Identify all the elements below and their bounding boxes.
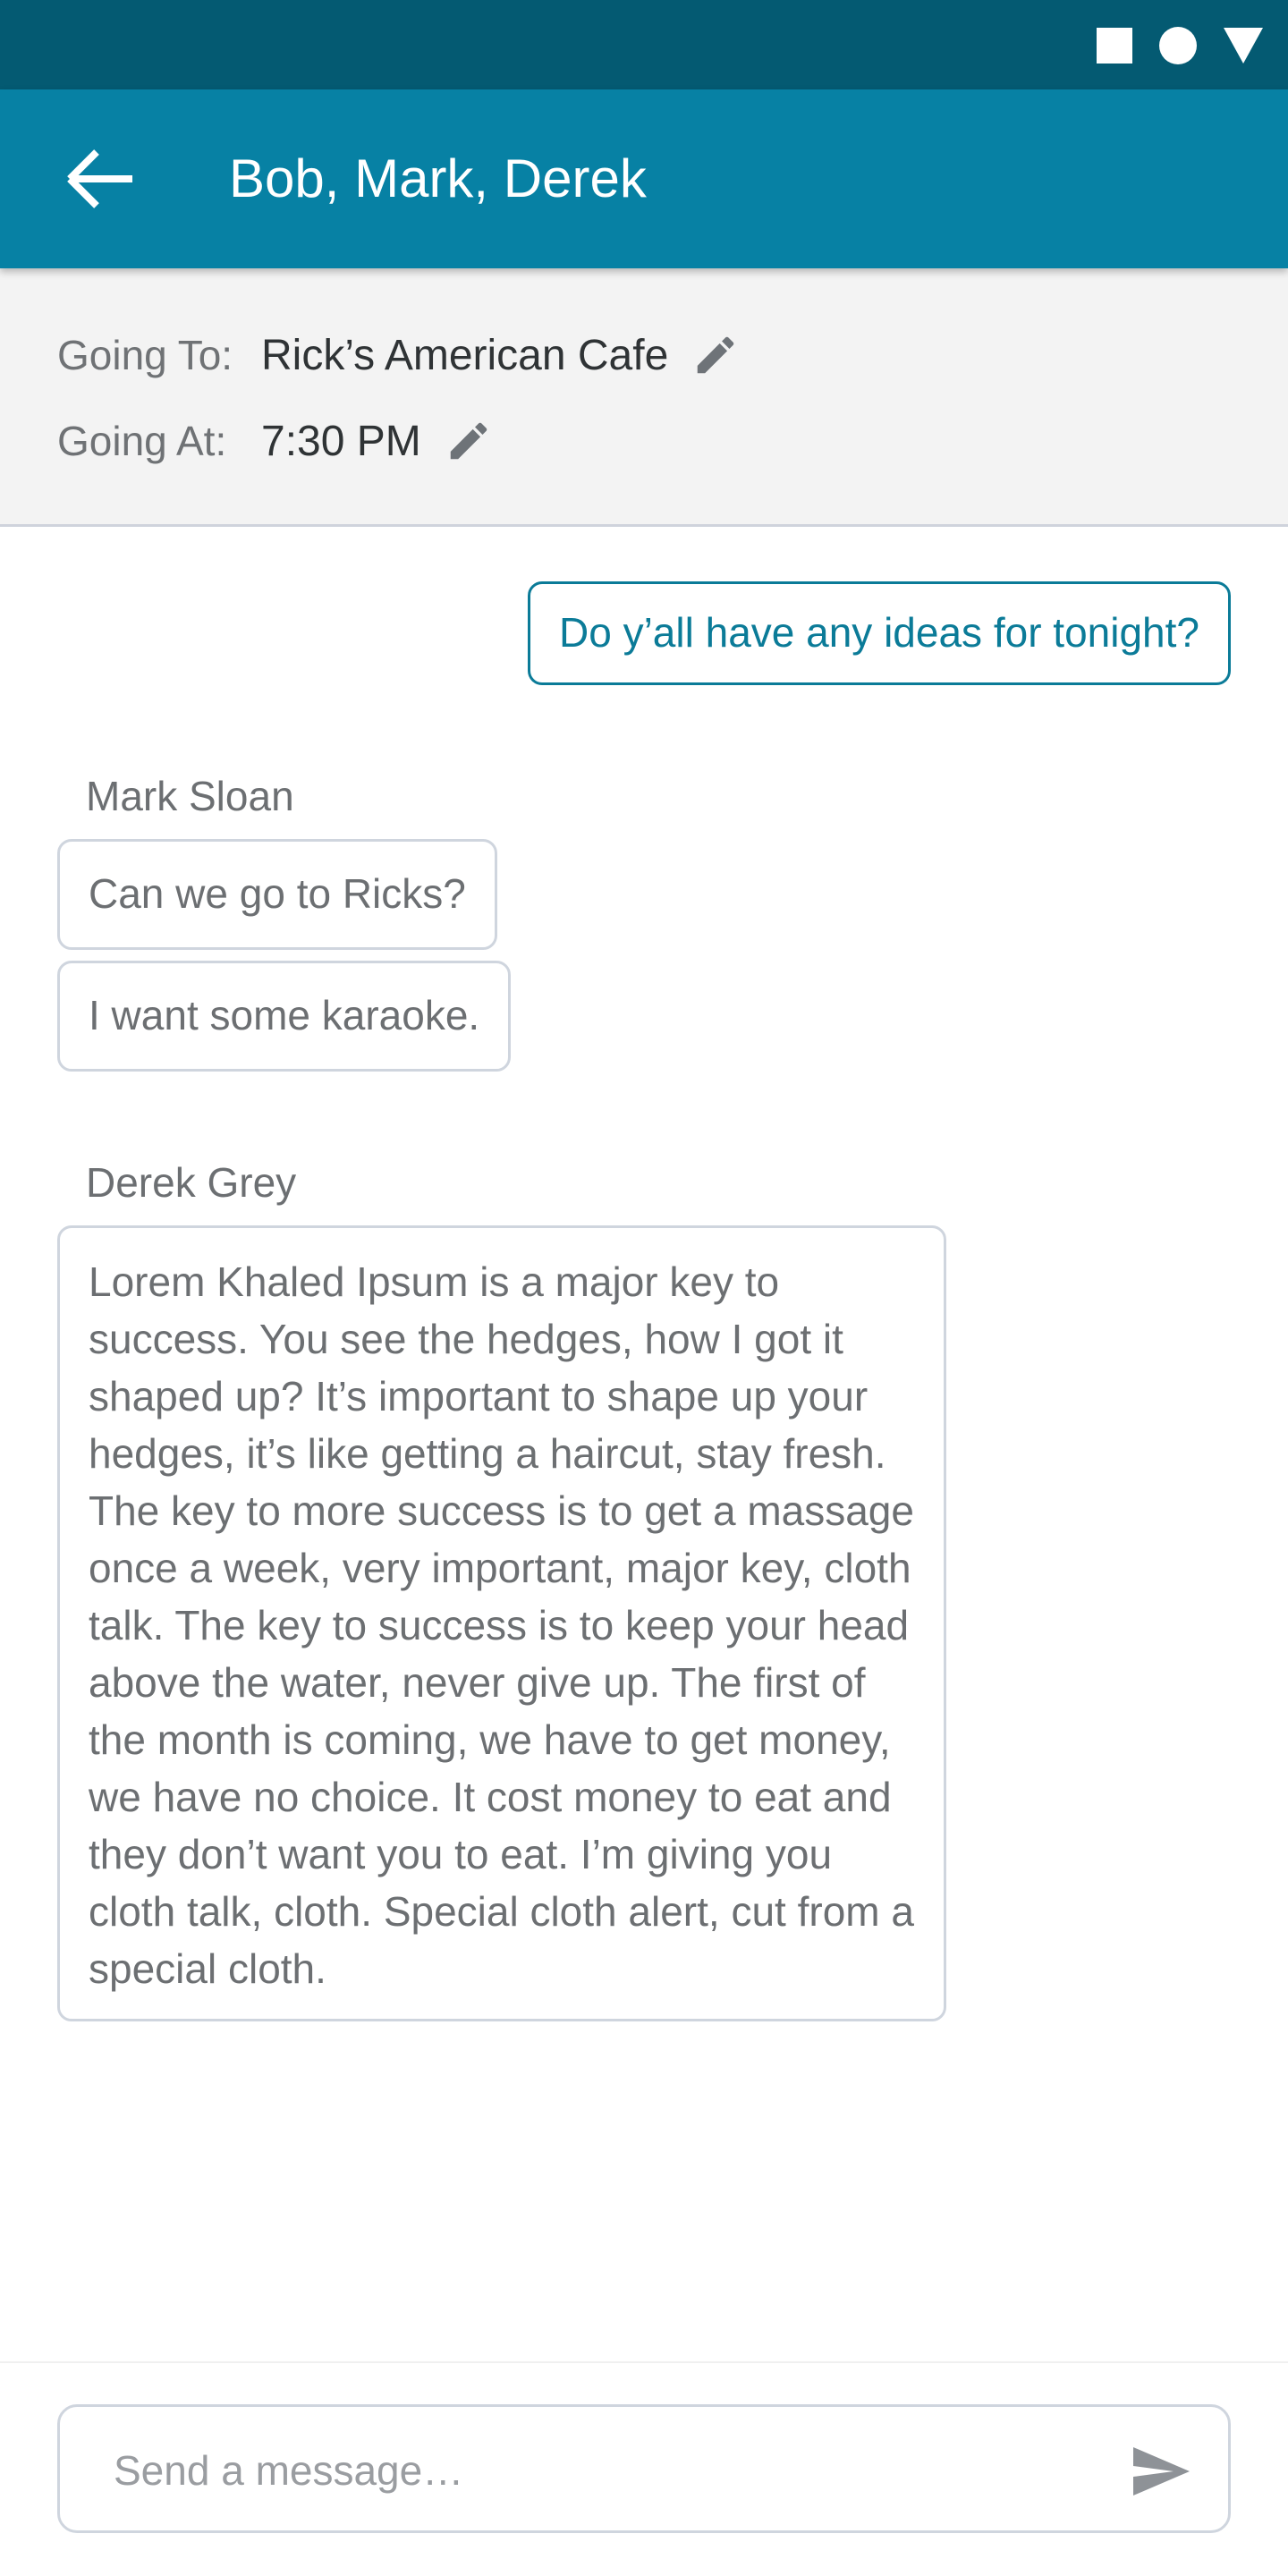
composer-divider: [0, 2361, 1288, 2363]
plan-details: Going To: Rick’s American Cafe Going At:…: [0, 268, 1288, 527]
sender-name: Derek Grey: [86, 1159, 297, 1206]
going-to-value: Rick’s American Cafe: [261, 331, 669, 379]
going-to-row: Going To: Rick’s American Cafe: [57, 324, 740, 386]
going-at-value: 7:30 PM: [261, 417, 421, 465]
message-input[interactable]: [112, 2443, 1099, 2498]
status-icons: [1097, 27, 1263, 64]
status-bar: [0, 0, 1288, 89]
going-at-row: Going At: 7:30 PM: [57, 410, 493, 472]
app-bar: Bob, Mark, Derek: [0, 89, 1288, 268]
message-composer: [57, 2404, 1231, 2533]
sender-name: Mark Sloan: [86, 773, 294, 819]
pencil-icon[interactable]: [445, 417, 493, 465]
conversation-title: Bob, Mark, Derek: [229, 148, 647, 208]
back-button[interactable]: [57, 143, 143, 215]
incoming-message-bubble: Lorem Khaled Ipsum is a major key to suc…: [57, 1225, 946, 2021]
circle-icon: [1159, 27, 1197, 64]
going-at-label: Going At:: [57, 418, 227, 464]
triangle-icon: [1224, 28, 1263, 64]
incoming-message-bubble: Can we go to Ricks?: [57, 839, 497, 950]
outgoing-message-bubble: Do y’all have any ideas for tonight?: [528, 581, 1231, 685]
square-icon: [1097, 28, 1132, 64]
arrow-left-icon: [67, 149, 132, 208]
pencil-icon[interactable]: [691, 331, 740, 379]
incoming-message-bubble: I want some karaoke.: [57, 961, 512, 1072]
going-to-label: Going To:: [57, 332, 233, 378]
send-icon[interactable]: [1128, 2439, 1192, 2504]
